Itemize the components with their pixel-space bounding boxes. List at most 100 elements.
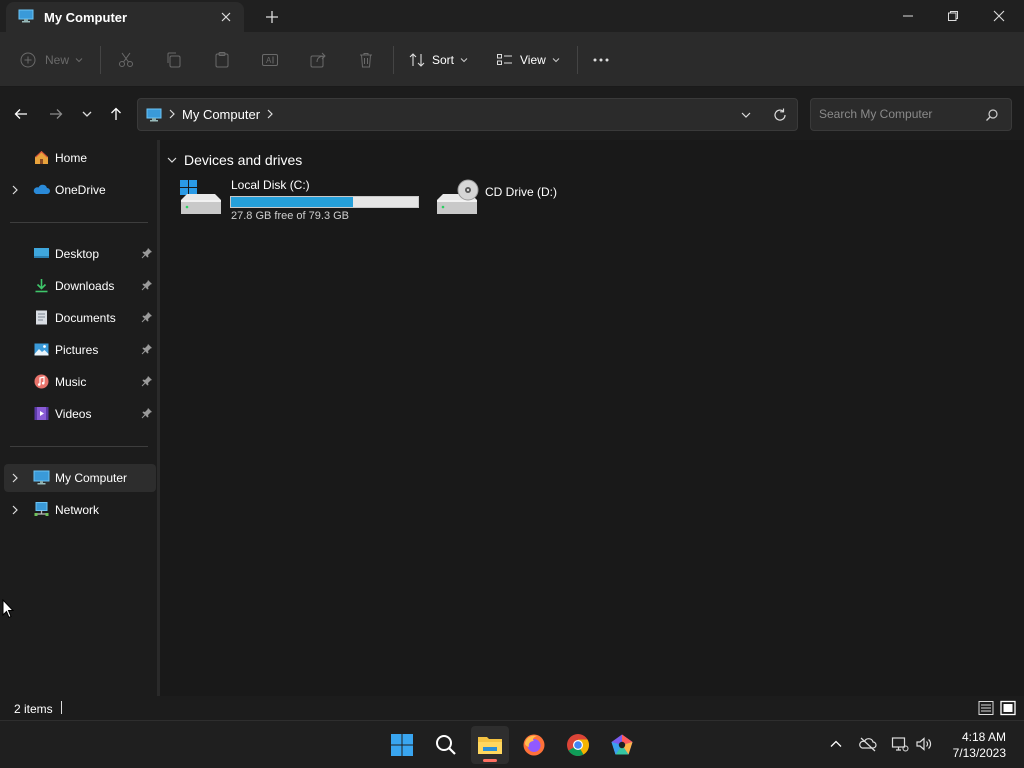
tiles-view-icon[interactable] [1000, 700, 1016, 716]
pin-icon[interactable] [141, 407, 153, 422]
clock-time: 4:18 AM [961, 730, 1006, 744]
breadcrumb-my-computer[interactable]: My Computer [182, 107, 260, 122]
sidebar-item-downloads[interactable]: Downloads [4, 272, 156, 300]
network-status-icon[interactable] [890, 734, 910, 754]
firefox-icon[interactable] [515, 726, 553, 764]
sidebar-item-videos[interactable]: Videos [4, 400, 156, 428]
sort-button[interactable]: Sort [408, 48, 468, 72]
windows-start-icon[interactable] [383, 726, 421, 764]
paste-icon[interactable] [213, 48, 231, 72]
drive-usage-bar [230, 196, 419, 208]
svg-text:A: A [266, 56, 272, 65]
tab-close-icon[interactable] [218, 9, 234, 25]
pin-icon[interactable] [141, 279, 153, 294]
toolbar-divider [577, 46, 578, 74]
videos-icon [33, 405, 50, 422]
delete-icon[interactable] [357, 48, 375, 72]
file-explorer-icon[interactable] [471, 726, 509, 764]
desktop-icon [33, 245, 50, 262]
sidebar-item-label: Desktop [55, 247, 100, 261]
recent-locations-chevron-icon[interactable] [77, 104, 97, 124]
volume-icon[interactable] [914, 734, 934, 754]
documents-icon [33, 309, 50, 326]
more-options-icon[interactable] [591, 48, 611, 72]
back-arrow-icon[interactable] [11, 104, 31, 124]
active-app-indicator [483, 759, 497, 762]
chevron-down-icon [552, 58, 560, 63]
status-divider [61, 701, 62, 714]
sort-icon [409, 53, 425, 67]
network-icon [33, 501, 50, 518]
toolbar-divider [100, 46, 101, 74]
downloads-icon [33, 277, 50, 294]
view-button[interactable]: View [496, 48, 560, 72]
chevron-right-icon[interactable] [10, 503, 20, 520]
sidebar-item-home[interactable]: Home [4, 144, 156, 172]
sidebar-item-desktop[interactable]: Desktop [4, 240, 156, 268]
forward-arrow-icon[interactable] [46, 104, 66, 124]
new-label: New [45, 53, 70, 67]
address-history-chevron-icon[interactable] [740, 109, 752, 124]
chevron-down-icon [75, 58, 83, 63]
status-bar: 2 items [0, 696, 1024, 720]
search-input[interactable] [819, 107, 979, 121]
close-icon[interactable] [976, 0, 1022, 32]
navigation-row: My Computer [0, 87, 1024, 140]
chevron-right-icon[interactable] [10, 183, 20, 200]
sidebar-item-music[interactable]: Music [4, 368, 156, 396]
chevron-down-icon [460, 58, 468, 63]
system-clock[interactable]: 4:18 AM 7/13/2023 [953, 729, 1006, 761]
share-icon[interactable] [309, 48, 327, 72]
refresh-icon[interactable] [772, 107, 788, 126]
cut-icon[interactable] [117, 48, 135, 72]
sidebar-item-my-computer[interactable]: My Computer [4, 464, 156, 492]
pin-icon[interactable] [141, 343, 153, 358]
pin-icon[interactable] [141, 375, 153, 390]
sidebar-item-label: Downloads [55, 279, 115, 293]
sort-label: Sort [432, 53, 455, 67]
group-label: Devices and drives [184, 152, 303, 168]
drive-name: Local Disk (C:) [231, 178, 310, 192]
address-bar[interactable]: My Computer [137, 98, 798, 131]
sidebar-item-label: Videos [55, 407, 92, 421]
details-view-icon[interactable] [978, 700, 994, 716]
drive-local-disk-c[interactable]: Local Disk (C:) 27.8 GB free of 79.3 GB [178, 178, 423, 228]
up-arrow-icon[interactable] [106, 104, 126, 124]
tab-my-computer[interactable]: My Computer [6, 2, 244, 32]
group-header-devices[interactable]: Devices and drives [166, 152, 302, 168]
plus-circle-icon [20, 52, 36, 68]
sidebar-item-label: Documents [55, 311, 116, 325]
pin-icon[interactable] [141, 311, 153, 326]
rename-icon[interactable]: A [261, 48, 279, 72]
sidebar-item-label: Pictures [55, 343, 99, 357]
sidebar-item-pictures[interactable]: Pictures [4, 336, 156, 364]
minimize-icon[interactable] [885, 0, 931, 32]
sidebar-item-network[interactable]: Network [4, 496, 156, 524]
clock-date: 7/13/2023 [952, 746, 1006, 760]
sidebar-item-label: My Computer [55, 471, 128, 485]
sidebar-item-onedrive[interactable]: OneDrive [4, 176, 156, 204]
drive-free-space: 27.8 GB free of 79.3 GB [231, 210, 350, 222]
sidebar-item-documents[interactable]: Documents [4, 304, 156, 332]
show-hidden-icons-chevron-icon[interactable] [826, 734, 846, 754]
breadcrumb-chevron-icon[interactable] [266, 108, 274, 122]
new-button[interactable]: New [20, 48, 83, 72]
file-list: Devices and drives Local Disk (C:) 27.8 … [160, 140, 1024, 696]
onedrive-offline-icon[interactable] [858, 734, 878, 754]
pin-icon[interactable] [141, 247, 153, 262]
toolbar-divider [393, 46, 394, 74]
drive-cd-d[interactable]: CD Drive (D:) [434, 178, 594, 228]
search-icon[interactable] [985, 108, 999, 125]
chevron-right-icon[interactable] [10, 471, 20, 488]
pentagon-app-icon[interactable] [603, 726, 641, 764]
navigation-pane: Home OneDrive Desktop Downloads Document… [0, 140, 157, 696]
restore-icon[interactable] [930, 0, 976, 32]
mouse-cursor-icon [2, 598, 15, 622]
new-tab-icon[interactable] [262, 7, 282, 27]
breadcrumb-chevron-icon[interactable] [168, 108, 176, 122]
chrome-icon[interactable] [559, 726, 597, 764]
command-bar: New A Sort View [0, 32, 1024, 87]
search-icon[interactable] [427, 726, 465, 764]
copy-icon[interactable] [165, 48, 183, 72]
search-box[interactable] [810, 98, 1012, 131]
